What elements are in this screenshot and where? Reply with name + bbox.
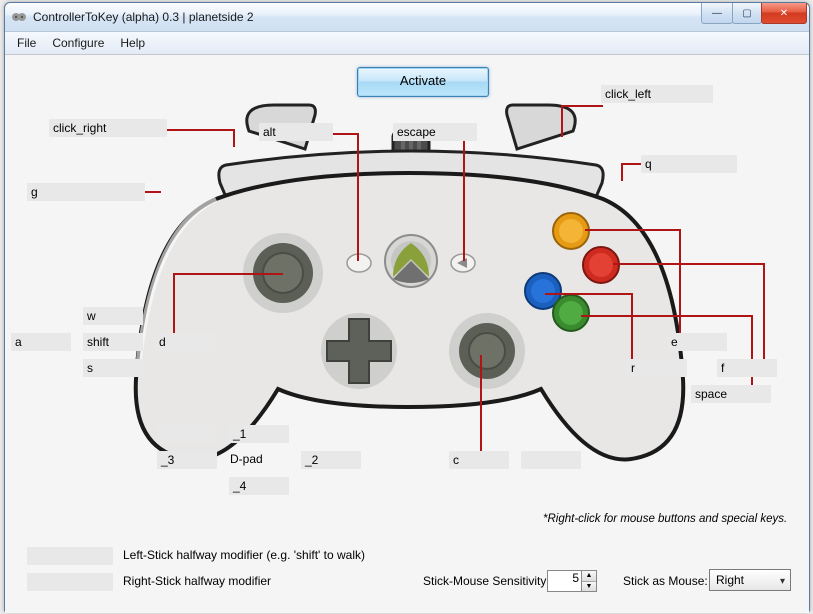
map-start[interactable]: escape — [393, 123, 477, 141]
map-lb[interactable]: g — [27, 183, 145, 201]
app-window: ControllerToKey (alpha) 0.3 | planetside… — [4, 2, 810, 612]
sens-value[interactable]: 5 — [547, 570, 582, 592]
maximize-button[interactable]: ▢ — [732, 3, 762, 24]
stick-as-mouse-dropdown[interactable]: Right — [709, 569, 791, 591]
activate-button[interactable]: Activate — [357, 67, 489, 97]
map-back[interactable]: alt — [259, 123, 333, 141]
map-rs-extra[interactable] — [521, 451, 581, 469]
spin-buttons[interactable]: ▲ ▼ — [582, 570, 597, 592]
stick-as-mouse-label: Stick as Mouse: — [623, 574, 708, 588]
minimize-button[interactable]: — — [701, 3, 733, 24]
map-rs-click[interactable]: c — [449, 451, 509, 469]
close-icon: ✕ — [780, 8, 788, 19]
stick-as-mouse-value: Right — [716, 573, 744, 587]
client-area: Activate — [5, 55, 809, 613]
menu-configure[interactable]: Configure — [44, 34, 112, 52]
map-x[interactable]: r — [627, 359, 687, 377]
sens-label: Stick-Mouse Sensitivity: — [423, 574, 550, 588]
minimize-icon: — — [712, 8, 722, 19]
map-rb[interactable]: q — [641, 155, 737, 173]
map-rs-half[interactable] — [27, 573, 113, 591]
menubar: File Configure Help — [5, 32, 809, 55]
ls-half-label: Left-Stick halfway modifier (e.g. 'shift… — [123, 548, 365, 562]
maximize-icon: ▢ — [742, 8, 751, 19]
map-ls-click[interactable]: shift — [83, 333, 143, 351]
dpad-label: D-pad — [230, 452, 263, 466]
sens-spinner[interactable]: 5 ▲ ▼ — [547, 570, 597, 592]
map-a[interactable]: space — [691, 385, 771, 403]
window-title: ControllerToKey (alpha) 0.3 | planetside… — [33, 10, 254, 24]
menu-file[interactable]: File — [9, 34, 44, 52]
map-ls-right[interactable]: d — [155, 333, 215, 351]
map-lt[interactable]: click_right — [49, 119, 167, 137]
rs-half-label: Right-Stick halfway modifier — [123, 574, 271, 588]
map-ls-up[interactable]: w — [83, 307, 143, 325]
map-rt[interactable]: click_left — [601, 85, 713, 103]
map-b[interactable]: f — [717, 359, 777, 377]
titlebar: ControllerToKey (alpha) 0.3 | planetside… — [5, 3, 809, 32]
map-dpad-left[interactable]: _3 — [157, 451, 217, 469]
map-ls-left[interactable]: a — [11, 333, 71, 351]
map-ls-half[interactable] — [27, 547, 113, 565]
map-y[interactable]: e — [667, 333, 727, 351]
spin-down-icon[interactable]: ▼ — [582, 582, 596, 592]
map-dpad-up-extra[interactable] — [157, 425, 217, 443]
map-dpad-up[interactable]: _1 — [229, 425, 289, 443]
map-ls-down[interactable]: s — [83, 359, 143, 377]
map-dpad-right[interactable]: _2 — [301, 451, 361, 469]
hint-label: *Right-click for mouse buttons and speci… — [543, 513, 787, 525]
map-dpad-down[interactable]: _4 — [229, 477, 289, 495]
close-button[interactable]: ✕ — [761, 3, 807, 24]
spin-up-icon[interactable]: ▲ — [582, 571, 596, 582]
menu-help[interactable]: Help — [112, 34, 153, 52]
app-icon — [11, 9, 27, 25]
